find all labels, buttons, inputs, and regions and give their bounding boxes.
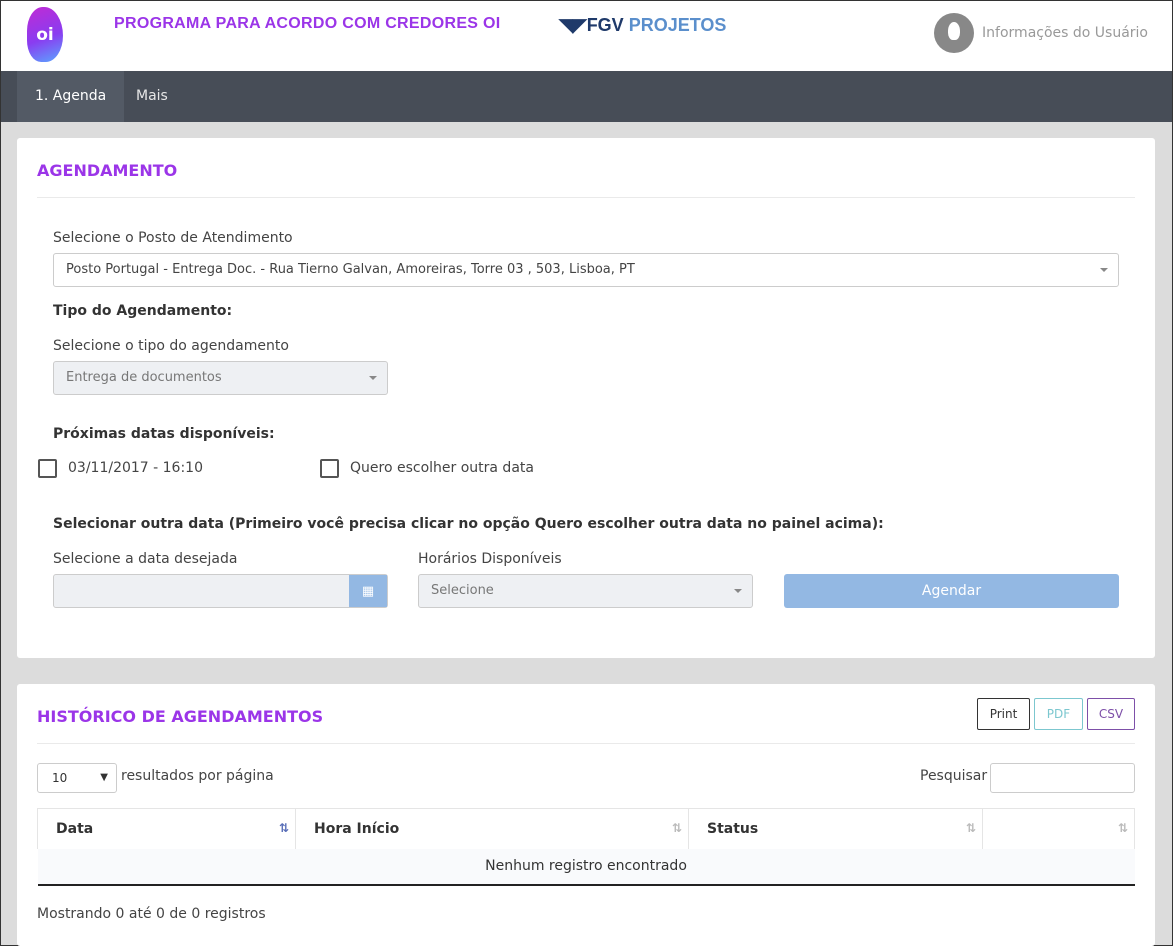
calendar-icon[interactable]: ▦ (349, 575, 387, 607)
nav-bar: 1. Agenda Mais (1, 71, 1172, 122)
horarios-select[interactable]: Selecione (418, 574, 753, 608)
column-status[interactable]: Status ⇅ (688, 808, 983, 849)
chevron-down-icon (1100, 268, 1108, 272)
program-title: PROGRAMA PARA ACORDO COM CREDORES OI (114, 15, 501, 32)
date-input[interactable]: ▦ (53, 574, 388, 608)
posto-label: Selecione o Posto de Atendimento (53, 230, 293, 246)
divider (37, 743, 1135, 744)
sort-icon: ⇅ (965, 821, 976, 835)
sort-icon: ⇅ (671, 821, 682, 835)
agendamento-title: AGENDAMENTO (37, 161, 178, 180)
sort-icon: ⇅ (1117, 821, 1128, 835)
date-option-label[interactable]: 03/11/2017 - 16:10 (68, 460, 203, 476)
print-button[interactable]: Print (977, 698, 1030, 730)
other-date-label[interactable]: Quero escolher outra data (350, 460, 534, 476)
fgv-text: FGV (586, 15, 624, 35)
tipo-select[interactable]: Entrega de documentos (53, 361, 388, 395)
historico-table: Data ⇅ Hora Início ⇅ Status ⇅ ⇅ Nenhum regi… (37, 808, 1135, 886)
search-label: Pesquisar (920, 768, 988, 784)
empty-message: Nenhum registro encontrado (37, 848, 1135, 886)
projetos-text: PROJETOS (628, 15, 727, 35)
divider (37, 197, 1135, 198)
tipo-heading: Tipo do Agendamento: (53, 303, 233, 319)
table-row: Nenhum registro encontrado (37, 848, 1135, 886)
column-label: Hora Início (314, 820, 400, 837)
tab-agenda[interactable]: 1. Agenda (17, 71, 125, 122)
column-label: Status (707, 820, 759, 837)
proximas-heading: Próximas datas disponíveis: (53, 426, 275, 442)
historico-title: HISTÓRICO DE AGENDAMENTOS (37, 707, 324, 726)
chevron-down-icon (369, 376, 377, 380)
agendar-button[interactable]: Agendar (784, 574, 1119, 608)
posto-value: Posto Portugal - Entrega Doc. - Rua Tier… (66, 262, 635, 277)
search-input[interactable] (990, 763, 1135, 793)
column-hora-inicio[interactable]: Hora Início ⇅ (295, 808, 689, 849)
other-date-checkbox[interactable] (320, 459, 339, 478)
column-actions[interactable]: ⇅ (982, 808, 1135, 849)
tipo-label: Selecione o tipo do agendamento (53, 338, 289, 354)
fgv-logo: ◥◤FGV PROJETOS (559, 15, 726, 36)
date-option-checkbox[interactable] (38, 459, 57, 478)
sort-asc-icon: ⇅ (278, 821, 289, 835)
table-info: Mostrando 0 até 0 de 0 registros (37, 906, 266, 922)
header: oi PROGRAMA PARA ACORDO COM CREDORES OI … (1, 1, 1172, 71)
user-info-label: Informações do Usuário (982, 25, 1148, 41)
logo-text: oi (36, 24, 54, 45)
pdf-button[interactable]: PDF (1034, 698, 1083, 730)
chevron-down-icon (734, 589, 742, 593)
csv-button[interactable]: CSV (1087, 698, 1135, 730)
horarios-placeholder: Selecione (431, 583, 494, 598)
page-length-value: 10 (52, 771, 68, 785)
column-data[interactable]: Data ⇅ (37, 808, 296, 849)
fgv-mark-icon: ◥◤ (559, 15, 587, 35)
page-length-select[interactable]: 10 ▼ (37, 763, 117, 793)
chevron-down-icon: ▼ (100, 772, 108, 783)
user-avatar-icon (934, 13, 975, 53)
page-length-suffix: resultados por página (121, 768, 274, 784)
user-info-button[interactable]: Informações do Usuário (934, 13, 1148, 53)
column-label: Data (56, 820, 94, 837)
horarios-label: Horários Disponíveis (418, 551, 562, 567)
data-label: Selecione a data desejada (53, 551, 238, 567)
tipo-value: Entrega de documentos (66, 370, 222, 385)
historico-panel: HISTÓRICO DE AGENDAMENTOS Print PDF CSV … (17, 684, 1155, 946)
oi-logo: oi (27, 7, 63, 62)
outra-data-heading: Selecionar outra data (Primeiro você pre… (53, 516, 884, 532)
posto-select[interactable]: Posto Portugal - Entrega Doc. - Rua Tier… (53, 253, 1119, 287)
tab-mais[interactable]: Mais (118, 71, 186, 122)
agendamento-panel: AGENDAMENTO Selecione o Posto de Atendim… (17, 138, 1155, 658)
